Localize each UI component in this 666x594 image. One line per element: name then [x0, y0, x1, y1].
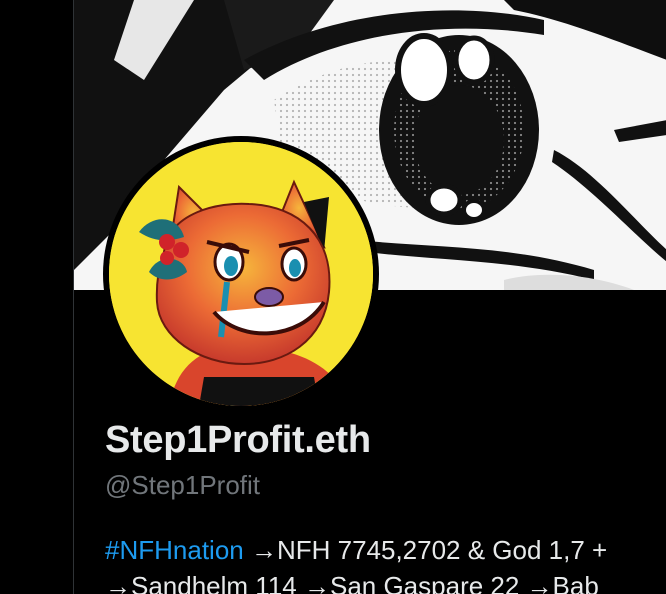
user-handle: @Step1Profit [105, 470, 261, 500]
avatar-border [103, 136, 379, 412]
bio-line-1: #NFHnation →NFH 7745,2702 & God 1,7 + [105, 532, 666, 568]
bio-line-2: →Sandhelm 114 →San Gaspare 22 →Bab [105, 571, 599, 594]
bio-line-1-text: →NFH 7745,2702 & God 1,7 + [243, 535, 608, 565]
display-name: Step1Profit.eth [105, 419, 371, 461]
profile-column: Step1Profit.eth @Step1Profit #NFHnation … [73, 0, 666, 594]
profile-page: Step1Profit.eth @Step1Profit #NFHnation … [0, 0, 666, 594]
profile-bio: #NFHnation →NFH 7745,2702 & God 1,7 + →S… [105, 532, 666, 594]
avatar[interactable] [109, 142, 373, 406]
left-rail [0, 0, 73, 594]
hashtag-link[interactable]: #NFHnation [105, 535, 244, 565]
